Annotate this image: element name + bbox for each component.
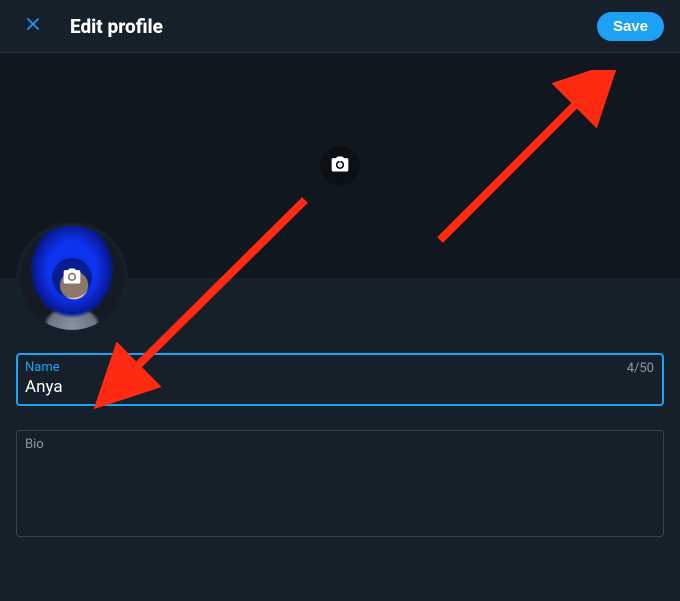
avatar: [16, 222, 128, 334]
close-button[interactable]: [16, 9, 50, 43]
name-label: Name: [25, 360, 655, 375]
camera-icon: [62, 266, 82, 290]
banner-image: [0, 53, 680, 278]
camera-icon: [330, 154, 350, 178]
name-field[interactable]: Name 4/50: [16, 353, 664, 406]
banner-upload-button[interactable]: [320, 146, 360, 186]
name-input[interactable]: [25, 377, 655, 397]
bio-input[interactable]: [25, 454, 655, 524]
bio-field[interactable]: Bio: [16, 430, 664, 537]
modal-title: Edit profile: [70, 15, 597, 38]
save-button[interactable]: Save: [597, 12, 664, 41]
close-icon: [23, 14, 43, 38]
bio-label: Bio: [25, 437, 655, 452]
profile-form: Name 4/50 Bio: [0, 353, 680, 537]
modal-header: Edit profile Save: [0, 0, 680, 53]
name-counter: 4/50: [627, 361, 654, 376]
avatar-upload-button[interactable]: [52, 258, 92, 298]
